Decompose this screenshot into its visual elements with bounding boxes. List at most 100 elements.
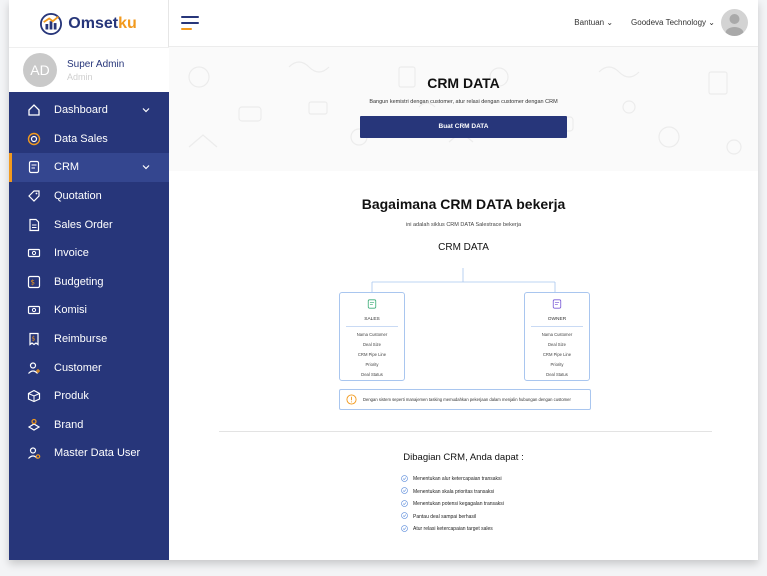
benefits-list: Menentukan alur ketercapaian transaksi Me…: [401, 473, 758, 536]
note-text: Dengan sistem seperti manajemen tasking …: [363, 396, 571, 402]
card-divider: [346, 326, 398, 327]
brand-icon: [27, 418, 41, 432]
sidebar-item-master-data-user[interactable]: Master Data User: [9, 439, 169, 468]
sidebar-item-label: Data Sales: [54, 132, 108, 145]
check-circle-icon: [401, 524, 413, 534]
card-field: Nama Customer: [356, 332, 388, 337]
benefit-item: Menentukan skala prioritas transaksi: [401, 486, 758, 499]
sidebar-item-quotation[interactable]: Quotation: [9, 182, 169, 211]
benefit-text: Pantau deal sampai berhasil: [413, 513, 477, 520]
benefit-item: Atur relasi ketercapaian target sales: [401, 523, 758, 536]
user-role: Admin: [67, 71, 93, 82]
sidebar-item-label: Reimburse: [54, 333, 108, 346]
sidebar-item-data-sales[interactable]: Data Sales: [9, 125, 169, 154]
user-settings-icon: [27, 446, 41, 460]
benefit-item: Menentukan potensi kegagalan transaksi: [401, 498, 758, 511]
card-title: OWNER: [547, 317, 567, 322]
sidebar-item-label: CRM: [54, 161, 80, 174]
sidebar-item-label: Dashboard: [54, 104, 108, 117]
card-field: CRM Pipe Line: [357, 352, 387, 357]
help-menu[interactable]: Bantuan ⌄: [574, 18, 613, 27]
target-icon: [27, 132, 41, 146]
check-circle-icon: [401, 512, 413, 521]
user-card[interactable]: AD Super Admin Admin: [9, 47, 169, 92]
help-label: Bantuan: [574, 18, 605, 27]
section-divider: [219, 431, 712, 432]
card-field: Deal Size: [548, 342, 566, 347]
card-divider: [531, 326, 583, 327]
sidebar-item-label: Invoice: [54, 247, 89, 260]
card-field: CRM Pipe Line: [542, 352, 572, 357]
user-plus-icon: [27, 361, 41, 375]
company-menu[interactable]: Goodeva Technology ⌄: [631, 18, 715, 27]
sidebar-item-label: Sales Order: [54, 218, 113, 231]
sidebar-item-budgeting[interactable]: $ Budgeting: [9, 268, 169, 297]
sidebar-item-label: Master Data User: [54, 447, 141, 460]
sidebar-item-komisi[interactable]: Komisi: [9, 296, 169, 325]
chevron-down-icon: ⌄: [606, 18, 614, 27]
company-label: Goodeva Technology: [631, 18, 707, 27]
file-icon: [27, 218, 41, 232]
document-icon: [27, 160, 41, 174]
sidebar-item-sales-order[interactable]: Sales Order: [9, 210, 169, 239]
info-note: Dengan sistem seperti manajemen tasking …: [339, 389, 591, 410]
topbar-right: Bantuan ⌄ Goodeva Technology ⌄: [574, 9, 748, 36]
app-window: Omsetku AD Super Admin Admin Dashboard Da…: [9, 0, 758, 560]
svg-text:$: $: [31, 278, 35, 286]
card-field: Priority: [550, 362, 564, 367]
sidebar-menu: Dashboard Data Sales CRM Quotation Sales Ord…: [9, 96, 169, 468]
sidebar-item-label: Brand: [54, 418, 84, 431]
sidebar-item-brand[interactable]: Brand: [9, 411, 169, 440]
document-icon: [367, 299, 377, 309]
topbar: Bantuan ⌄ Goodeva Technology ⌄: [169, 0, 758, 47]
benefit-item: Pantau deal sampai berhasil: [401, 511, 758, 524]
main-content: CRM DATA Bangun kemistri dengan customer…: [169, 47, 758, 560]
card-title: SALES: [364, 317, 380, 322]
sidebar-item-label: Budgeting: [54, 275, 104, 288]
diagram-connectors: [371, 268, 556, 293]
receipt-icon: $: [27, 332, 41, 346]
check-circle-icon: [401, 487, 413, 496]
document-icon: [552, 299, 562, 309]
profile-avatar[interactable]: [721, 9, 748, 36]
sidebar-item-label: Quotation: [54, 190, 102, 203]
benefit-text: Menentukan potensi kegagalan transaksi: [413, 501, 504, 508]
sidebar-item-reimburse[interactable]: $ Reimburse: [9, 325, 169, 354]
crm-card-owner: OWNER Nama Customer Deal Size CRM Pipe L…: [524, 292, 590, 381]
user-name: Super Admin: [67, 58, 125, 70]
card-field: Deal Status: [546, 372, 568, 377]
sidebar-item-customer[interactable]: Customer: [9, 353, 169, 382]
info-icon: [346, 394, 357, 405]
card-field: Nama Customer: [541, 332, 573, 337]
card-field: Deal Size: [363, 342, 381, 347]
box-icon: [27, 389, 41, 403]
logo-icon: [40, 12, 63, 35]
benefits-section: Dibagian CRM, Anda dapat : Menentukan al…: [169, 452, 758, 536]
budget-icon: $: [27, 275, 41, 289]
hamburger-menu-icon[interactable]: [181, 16, 199, 30]
crm-card-sales: SALES Nama Customer Deal Size CRM Pipe L…: [339, 292, 405, 381]
benefit-text: Menentukan alur ketercapaian transaksi: [413, 476, 502, 483]
money-icon: [27, 246, 41, 260]
benefit-item: Menentukan alur ketercapaian transaksi: [401, 473, 758, 486]
sidebar: Omsetku AD Super Admin Admin Dashboard Da…: [9, 0, 169, 560]
tag-icon: [27, 189, 41, 203]
check-circle-icon: [401, 499, 413, 509]
sidebar-item-label: Produk: [54, 390, 89, 403]
benefit-text: Atur relasi ketercapaian target sales: [413, 526, 493, 533]
sidebar-item-invoice[interactable]: Invoice: [9, 239, 169, 268]
home-icon: [27, 103, 41, 117]
benefit-text: Menentukan skala prioritas transaksi: [413, 488, 495, 495]
brand-name: Omsetku: [68, 14, 137, 32]
avatar: AD: [23, 53, 57, 87]
svg-text:$: $: [32, 336, 36, 343]
card-field: Deal Status: [361, 372, 383, 377]
brand-logo[interactable]: Omsetku: [9, 0, 169, 47]
check-circle-icon: [401, 474, 413, 484]
sidebar-item-label: Customer: [54, 361, 102, 374]
sidebar-item-produk[interactable]: Produk: [9, 382, 169, 411]
chevron-down-icon: ⌄: [708, 18, 715, 27]
sidebar-item-dashboard[interactable]: Dashboard: [9, 96, 169, 125]
sidebar-item-crm[interactable]: CRM: [9, 153, 169, 182]
user-silhouette-icon: [725, 14, 744, 36]
